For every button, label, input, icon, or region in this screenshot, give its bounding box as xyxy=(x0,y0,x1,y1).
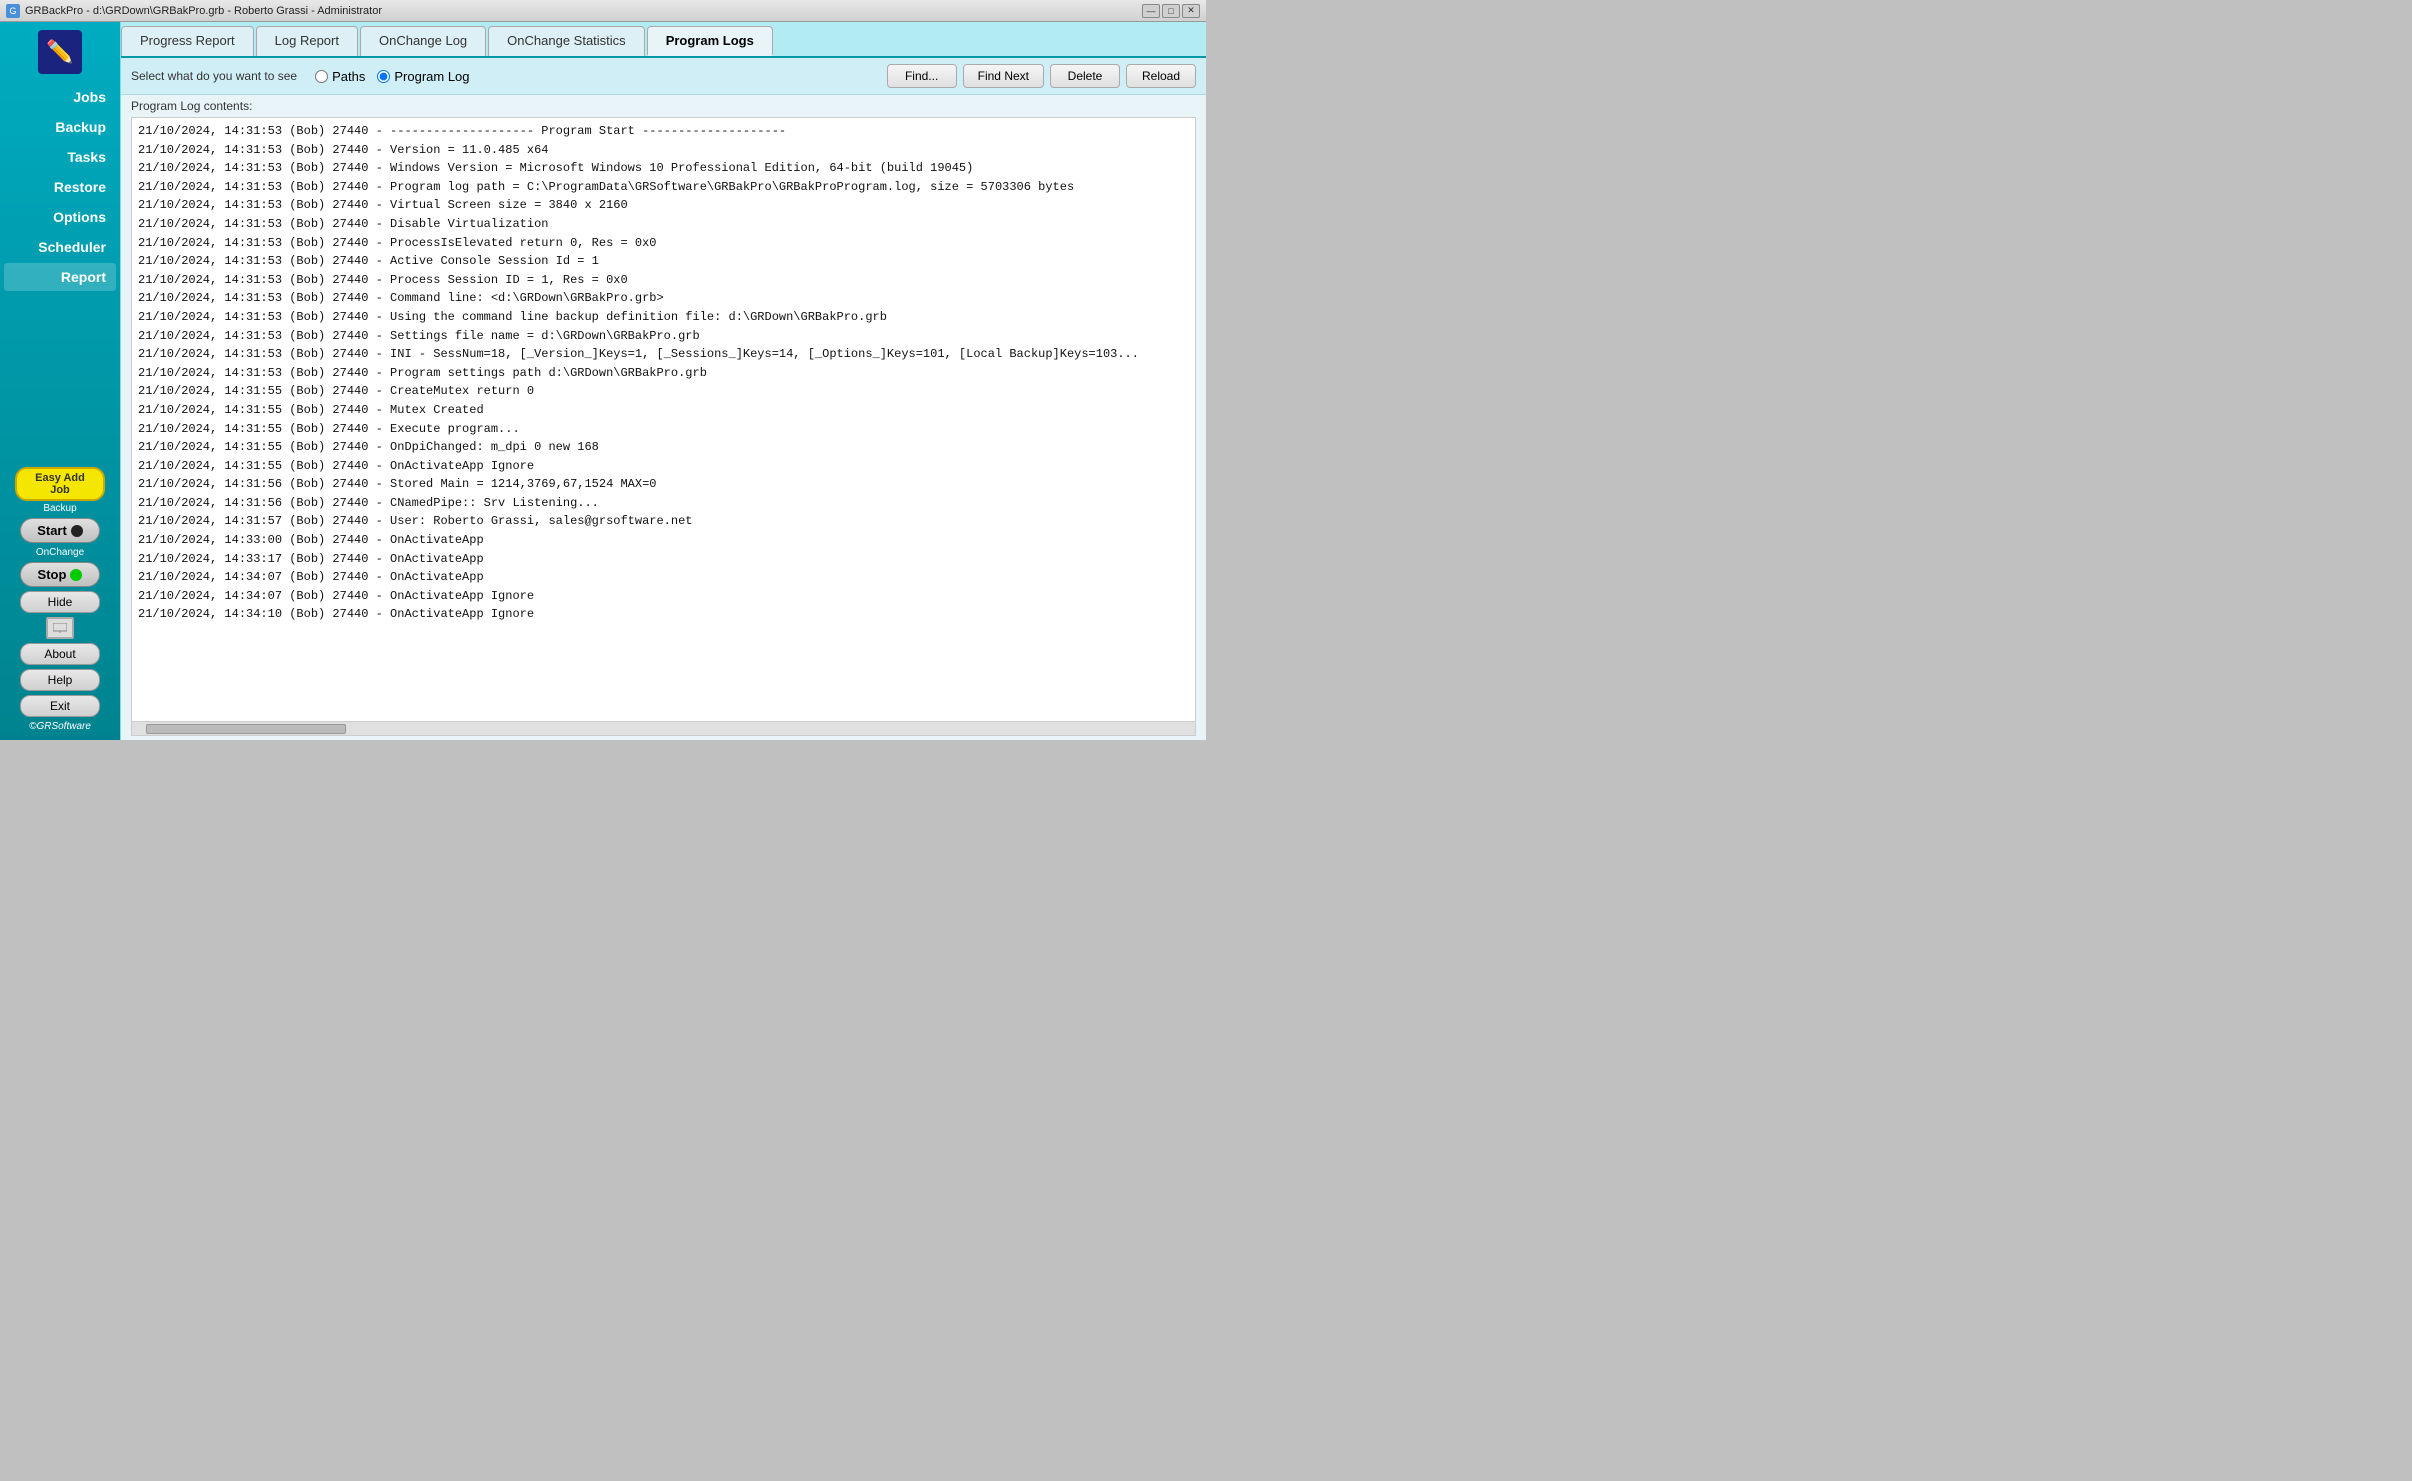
log-line: 21/10/2024, 14:31:55 (Bob) 27440 - Creat… xyxy=(138,382,1189,401)
tab-program-logs[interactable]: Program Logs xyxy=(647,26,773,56)
sidebar-item-tasks[interactable]: Tasks xyxy=(4,143,116,171)
reload-button[interactable]: Reload xyxy=(1126,64,1196,88)
stop-label: Stop xyxy=(38,567,67,582)
find-button[interactable]: Find... xyxy=(887,64,957,88)
log-line: 21/10/2024, 14:31:53 (Bob) 27440 - Virtu… xyxy=(138,196,1189,215)
log-content[interactable]: 21/10/2024, 14:31:53 (Bob) 27440 - -----… xyxy=(132,118,1195,721)
start-dot-icon xyxy=(71,525,83,537)
radio-program-log-text: Program Log xyxy=(394,69,469,84)
tab-onchange-log[interactable]: OnChange Log xyxy=(360,26,486,56)
about-button[interactable]: About xyxy=(20,643,100,665)
toolbar: Select what do you want to see Paths Pro… xyxy=(121,58,1206,95)
log-line: 21/10/2024, 14:31:53 (Bob) 27440 - Activ… xyxy=(138,252,1189,271)
sidebar-bottom: Easy Add Job Backup Start OnChange Stop … xyxy=(0,467,120,740)
select-label: Select what do you want to see xyxy=(131,69,297,83)
sidebar-nav: Jobs Backup Tasks Restore Options Schedu… xyxy=(0,82,120,467)
exit-button[interactable]: Exit xyxy=(20,695,100,717)
log-line: 21/10/2024, 14:31:53 (Bob) 27440 - Proce… xyxy=(138,234,1189,253)
app-icon: G xyxy=(6,4,20,18)
backup-sublabel: Backup xyxy=(43,503,76,514)
log-line: 21/10/2024, 14:31:55 (Bob) 27440 - OnAct… xyxy=(138,457,1189,476)
log-container: 21/10/2024, 14:31:53 (Bob) 27440 - -----… xyxy=(131,117,1196,736)
log-line: 21/10/2024, 14:31:53 (Bob) 27440 - -----… xyxy=(138,122,1189,141)
radio-program-log-label[interactable]: Program Log xyxy=(377,69,469,84)
stop-button[interactable]: Stop xyxy=(20,562,100,587)
horizontal-scrollbar[interactable] xyxy=(132,721,1195,735)
content-label: Program Log contents: xyxy=(121,95,1206,115)
sidebar-item-restore[interactable]: Restore xyxy=(4,173,116,201)
tab-progress-report[interactable]: Progress Report xyxy=(121,26,254,56)
log-line: 21/10/2024, 14:31:53 (Bob) 27440 - Progr… xyxy=(138,364,1189,383)
delete-button[interactable]: Delete xyxy=(1050,64,1120,88)
log-line: 21/10/2024, 14:31:53 (Bob) 27440 - Using… xyxy=(138,308,1189,327)
sidebar-item-options[interactable]: Options xyxy=(4,203,116,231)
main-area: Progress Report Log Report OnChange Log … xyxy=(120,22,1206,740)
log-line: 21/10/2024, 14:31:55 (Bob) 27440 - Execu… xyxy=(138,420,1189,439)
radio-group: Select what do you want to see Paths Pro… xyxy=(131,69,881,84)
log-line: 21/10/2024, 14:34:07 (Bob) 27440 - OnAct… xyxy=(138,587,1189,606)
tabs-bar: Progress Report Log Report OnChange Log … xyxy=(121,22,1206,58)
log-line: 21/10/2024, 14:31:53 (Bob) 27440 - Setti… xyxy=(138,327,1189,346)
sidebar-item-jobs[interactable]: Jobs xyxy=(4,83,116,111)
title-bar-text: GRBackPro - d:\GRDown\GRBakPro.grb - Rob… xyxy=(25,5,382,17)
log-line: 21/10/2024, 14:34:10 (Bob) 27440 - OnAct… xyxy=(138,605,1189,624)
onchange-sublabel: OnChange xyxy=(36,547,84,558)
radio-paths-text: Paths xyxy=(332,69,365,84)
app-container: ✏️ Jobs Backup Tasks Restore Options Sch… xyxy=(0,22,1206,740)
sidebar-item-report[interactable]: Report xyxy=(4,263,116,291)
log-line: 21/10/2024, 14:31:57 (Bob) 27440 - User:… xyxy=(138,512,1189,531)
sidebar: ✏️ Jobs Backup Tasks Restore Options Sch… xyxy=(0,22,120,740)
tab-log-report[interactable]: Log Report xyxy=(256,26,358,56)
stop-dot-icon xyxy=(70,569,82,581)
close-button[interactable]: ✕ xyxy=(1182,4,1200,18)
hide-button[interactable]: Hide xyxy=(20,591,100,613)
radio-program-log[interactable] xyxy=(377,70,390,83)
title-bar-left: G GRBackPro - d:\GRDown\GRBakPro.grb - R… xyxy=(6,4,382,18)
log-line: 21/10/2024, 14:31:53 (Bob) 27440 - Proce… xyxy=(138,271,1189,290)
easy-add-button[interactable]: Easy Add Job xyxy=(15,467,105,501)
tab-onchange-statistics[interactable]: OnChange Statistics xyxy=(488,26,645,56)
log-line: 21/10/2024, 14:31:56 (Bob) 27440 - Store… xyxy=(138,475,1189,494)
start-label: Start xyxy=(37,523,67,538)
horizontal-scrollbar-thumb[interactable] xyxy=(146,724,346,734)
toolbar-buttons: Find... Find Next Delete Reload xyxy=(887,64,1196,88)
minimize-button[interactable]: — xyxy=(1142,4,1160,18)
log-line: 21/10/2024, 14:31:53 (Bob) 27440 - INI -… xyxy=(138,345,1189,364)
log-line: 21/10/2024, 14:31:55 (Bob) 27440 - Mutex… xyxy=(138,401,1189,420)
title-bar-controls[interactable]: — □ ✕ xyxy=(1142,4,1200,18)
log-line: 21/10/2024, 14:31:53 (Bob) 27440 - Progr… xyxy=(138,178,1189,197)
sidebar-item-scheduler[interactable]: Scheduler xyxy=(4,233,116,261)
sidebar-logo: ✏️ xyxy=(38,30,82,74)
log-line: 21/10/2024, 14:31:53 (Bob) 27440 - Comma… xyxy=(138,289,1189,308)
log-line: 21/10/2024, 14:31:53 (Bob) 27440 - Disab… xyxy=(138,215,1189,234)
monitor-icon xyxy=(46,617,74,639)
log-line: 21/10/2024, 14:31:56 (Bob) 27440 - CName… xyxy=(138,494,1189,513)
log-line: 21/10/2024, 14:31:55 (Bob) 27440 - OnDpi… xyxy=(138,438,1189,457)
log-line: 21/10/2024, 14:33:17 (Bob) 27440 - OnAct… xyxy=(138,550,1189,569)
radio-paths-label[interactable]: Paths xyxy=(315,69,365,84)
log-line: 21/10/2024, 14:31:53 (Bob) 27440 - Windo… xyxy=(138,159,1189,178)
log-line: 21/10/2024, 14:34:07 (Bob) 27440 - OnAct… xyxy=(138,568,1189,587)
find-next-button[interactable]: Find Next xyxy=(963,64,1044,88)
sidebar-item-backup[interactable]: Backup xyxy=(4,113,116,141)
maximize-button[interactable]: □ xyxy=(1162,4,1180,18)
log-line: 21/10/2024, 14:33:00 (Bob) 27440 - OnAct… xyxy=(138,531,1189,550)
title-bar: G GRBackPro - d:\GRDown\GRBakPro.grb - R… xyxy=(0,0,1206,22)
help-button[interactable]: Help xyxy=(20,669,100,691)
grsoftware-label: ©GRSoftware xyxy=(29,721,91,732)
radio-paths[interactable] xyxy=(315,70,328,83)
log-line: 21/10/2024, 14:31:53 (Bob) 27440 - Versi… xyxy=(138,141,1189,160)
start-button[interactable]: Start xyxy=(20,518,100,543)
